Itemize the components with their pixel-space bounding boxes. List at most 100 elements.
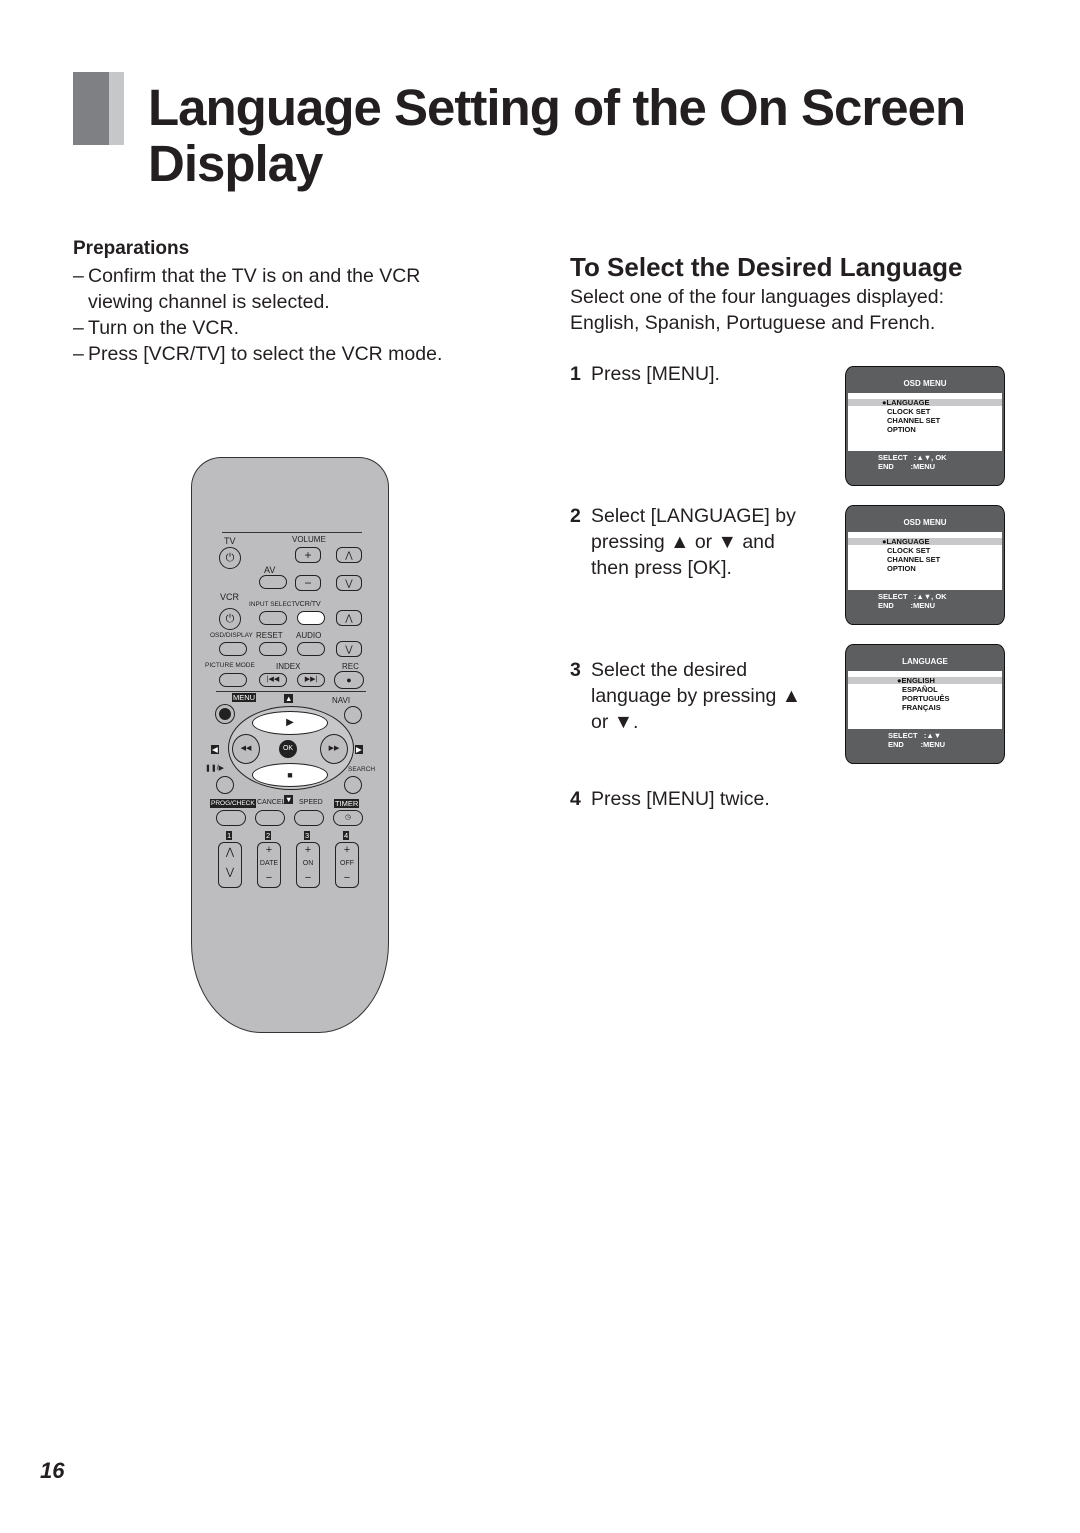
plus-icon: + — [265, 844, 273, 856]
osd-footer: SELECT :▲▼, OK END :MENU — [878, 453, 947, 471]
label-index: INDEX — [276, 662, 301, 671]
intro-line-1: Select one of the four languages display… — [570, 286, 945, 308]
title-marker-dark — [73, 72, 109, 145]
minus-icon: − — [265, 872, 273, 884]
label-cancel: CANCEL — [257, 799, 286, 806]
osd-footer-line: SELECT :▲▼, OK — [878, 453, 947, 462]
prog-check-button[interactable] — [216, 810, 246, 826]
label-2: 2 — [265, 831, 272, 840]
osd-footer: SELECT :▲▼, OK END :MENU — [878, 592, 947, 610]
input-select-button[interactable] — [259, 611, 287, 625]
pause-slow-button[interactable] — [216, 776, 234, 794]
vcr-tv-button[interactable] — [297, 611, 325, 625]
plus-icon: + — [343, 844, 351, 856]
step-4: 4 Press [MENU] twice. — [570, 786, 830, 812]
timer-button[interactable]: ◷ — [333, 810, 363, 826]
volume-down-button[interactable]: − — [295, 575, 321, 591]
label-search: SEARCH — [348, 766, 376, 773]
date-rocker[interactable]: + DATE − — [257, 842, 281, 888]
label-picture-mode: PICTURE MODE — [205, 662, 255, 669]
volume-up-button[interactable]: + — [295, 547, 321, 563]
osd-item: OPTION — [887, 564, 916, 573]
step-number: 4 — [570, 788, 581, 810]
page-number: 16 — [40, 1458, 65, 1483]
step-text: Select the desired — [591, 659, 748, 681]
label-rec: REC — [342, 662, 359, 671]
step-text: Select [LANGUAGE] by — [591, 505, 796, 527]
channel-down-button[interactable]: ⋁ — [336, 575, 362, 591]
label-vcr-tv: VCR/TV — [295, 601, 321, 608]
rec-button[interactable]: ● — [334, 671, 364, 689]
reset-button[interactable] — [259, 642, 287, 656]
vcr-channel-up-button[interactable]: ⋀ — [336, 610, 362, 626]
step-1: 1 Press [MENU]. — [570, 361, 830, 387]
step-text: Press [MENU]. — [591, 363, 720, 385]
osd-footer-line: END :MENU — [878, 462, 936, 471]
label-on: ON — [302, 860, 314, 867]
label-volume: VOLUME — [292, 535, 326, 544]
prep-text: Confirm that the TV is on and the VCR — [88, 265, 421, 287]
osd-screen-menu-2: OSD MENU ●LANGUAGE CLOCK SET CHANNEL SET… — [845, 505, 1005, 625]
osd-screen-menu-1: OSD MENU ●LANGUAGE CLOCK SET CHANNEL SET… — [845, 366, 1005, 486]
preparations-heading: Preparations — [73, 238, 190, 259]
prep-item-1-cont: viewing channel is selected. — [88, 291, 330, 313]
divider — [216, 691, 366, 692]
play-button[interactable]: ▶ — [252, 711, 328, 735]
ok-button[interactable]: OK — [279, 740, 297, 758]
vcr-power-button[interactable]: ⏻ — [219, 608, 241, 630]
label-prog-check: PROG/CHECK — [210, 799, 256, 808]
cancel-button[interactable] — [255, 810, 285, 826]
picture-mode-button[interactable] — [219, 673, 247, 687]
search-button[interactable] — [344, 776, 362, 794]
speed-button[interactable] — [294, 810, 324, 826]
osd-display-button[interactable] — [219, 642, 247, 656]
label-menu: MENU — [232, 693, 257, 702]
osd-header: OSD MENU — [903, 379, 947, 388]
osd-header: LANGUAGE — [902, 657, 948, 666]
tv-power-button[interactable]: ⏻ — [219, 547, 241, 569]
av-button[interactable] — [259, 575, 287, 589]
prep-text: Press [VCR/TV] to select the VCR mode. — [88, 343, 443, 365]
step-text: language by pressing ▲ — [591, 685, 802, 707]
label-down: ▼ — [284, 795, 294, 804]
channel-rocker[interactable]: ⋀ ⋁ — [218, 842, 242, 888]
title-marker-light — [109, 72, 124, 145]
label-input-select: INPUT SELECT — [249, 601, 296, 608]
fast-forward-button[interactable]: ▶▶ — [320, 734, 348, 764]
index-next-button[interactable]: ▶▶| — [297, 673, 325, 687]
label-osd-display: OSD/DISPLAY — [210, 632, 253, 639]
osd-header: OSD MENU — [903, 518, 947, 527]
label-navi: NAVI — [332, 696, 351, 705]
remote-control: TV VOLUME ⏻ + ⋀ AV − ⋁ VCR INPUT SELECT … — [191, 457, 389, 1033]
label-audio: AUDIO — [296, 631, 322, 640]
step-text: Press [MENU] twice. — [591, 788, 770, 810]
on-rocker[interactable]: + ON − — [296, 842, 320, 888]
osd-footer-line: SELECT :▲▼ — [888, 731, 942, 740]
label-off: OFF — [340, 860, 354, 867]
rewind-button[interactable]: ◀◀ — [232, 734, 260, 764]
index-prev-button[interactable]: |◀◀ — [259, 673, 287, 687]
label-speed: SPEED — [299, 799, 323, 806]
menu-button[interactable] — [216, 705, 234, 723]
step-number: 3 — [570, 659, 581, 681]
step-text: pressing ▲ or ▼ and — [591, 531, 775, 553]
label-left: ◀ — [211, 745, 219, 754]
step-2: 2 Select [LANGUAGE] by pressing ▲ or ▼ and… — [570, 503, 830, 581]
osd-footer-line: SELECT :▲▼, OK — [878, 592, 947, 601]
label-4: 4 — [343, 831, 350, 840]
vcr-channel-down-button[interactable]: ⋁ — [336, 641, 362, 657]
plus-icon: + — [304, 844, 312, 856]
label-tv: TV — [224, 536, 236, 546]
osd-item: FRANÇAIS — [902, 703, 941, 712]
step-text: then press [OK]. — [591, 557, 732, 579]
osd-footer: SELECT :▲▼ END :MENU — [888, 731, 945, 749]
off-rocker[interactable]: + OFF − — [335, 842, 359, 888]
osd-screen-language: LANGUAGE ●ENGLISH ESPAÑOL PORTUGUÊS FRAN… — [845, 644, 1005, 764]
channel-up-button[interactable]: ⋀ — [336, 547, 362, 563]
navi-button[interactable] — [344, 706, 362, 724]
osd-footer-line: END :MENU — [878, 601, 936, 610]
stop-button[interactable]: ■ — [252, 763, 328, 787]
label-reset: RESET — [256, 631, 283, 640]
audio-button[interactable] — [297, 642, 325, 656]
page-title: Language Setting of the On Screen Displa… — [148, 79, 966, 192]
